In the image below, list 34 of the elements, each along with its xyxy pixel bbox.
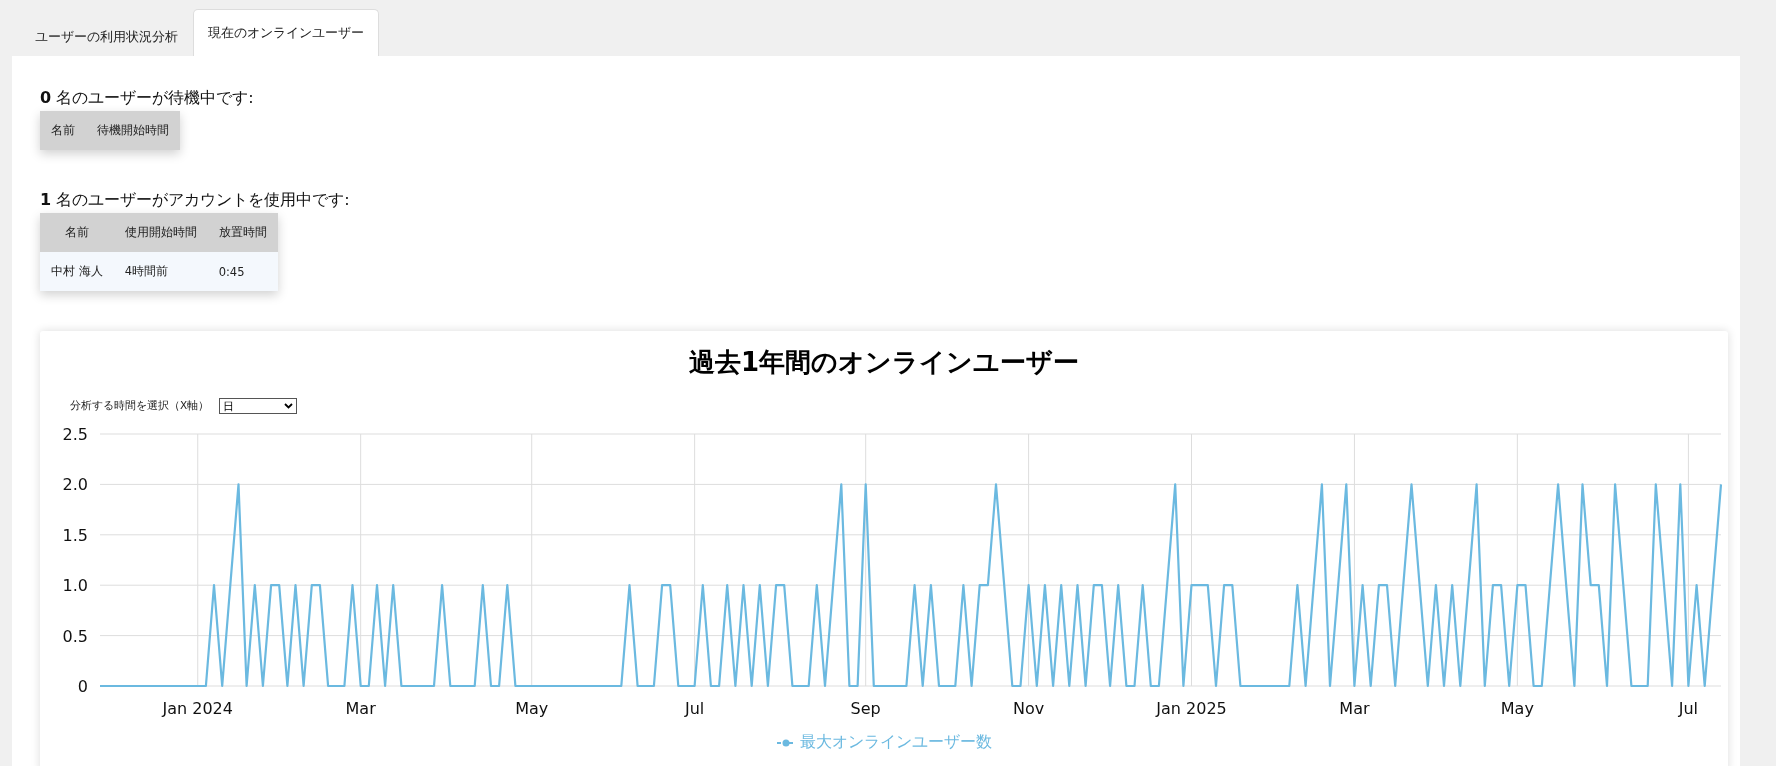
x-tick-label: Jan 2024 — [162, 699, 233, 718]
column-header: 使用開始時間 — [113, 213, 208, 252]
section-heading: 1 名のユーザーがアカウントを使用中です: — [40, 190, 350, 211]
time-unit-select[interactable]: 日 — [219, 398, 298, 414]
x-tick-label: Jul — [1678, 699, 1699, 718]
tab[interactable]: ユーザーの利用状況分析 — [20, 16, 193, 56]
column-header: 名前 — [40, 213, 114, 252]
section-heading: 0 名のユーザーが待機中です: — [40, 88, 254, 109]
x-tick-label: Mar — [345, 699, 376, 718]
select-label: 分析する時間を選択（X軸） — [70, 399, 210, 413]
y-tick-label: 1.5 — [62, 525, 88, 545]
legend-marker-icon — [776, 737, 796, 748]
y-tick-label: 2.0 — [62, 475, 88, 495]
y-tick-label: 0 — [77, 677, 88, 696]
column-header: 名前 — [40, 111, 86, 150]
table-cell: 0:45 — [207, 252, 278, 291]
column-header: 待機開始時間 — [86, 111, 180, 150]
chart-title: 過去1年間のオンラインユーザー — [687, 346, 1081, 379]
y-tick-label: 0.5 — [62, 626, 88, 646]
legend-label: 最大オンラインユーザー数 — [800, 732, 992, 753]
x-tick-label: Jul — [685, 699, 705, 718]
x-tick-label: Nov — [1013, 699, 1045, 718]
column-header: 放置時間 — [207, 213, 278, 252]
table-cell: 4時間前 — [113, 252, 208, 291]
x-tick-label: Sep — [850, 699, 881, 718]
x-tick-label: May — [1500, 699, 1534, 718]
table-cell: 中村 海人 — [40, 252, 114, 291]
y-tick-label: 1.0 — [62, 576, 88, 596]
chevron-icon — [284, 403, 294, 409]
x-tick-label: Jan 2025 — [1156, 699, 1227, 718]
x-tick-label: May — [515, 699, 549, 718]
x-tick-label: Mar — [1339, 699, 1370, 718]
tab[interactable]: 現在のオンラインユーザー — [193, 9, 379, 56]
y-tick-label: 2.5 — [62, 425, 88, 444]
